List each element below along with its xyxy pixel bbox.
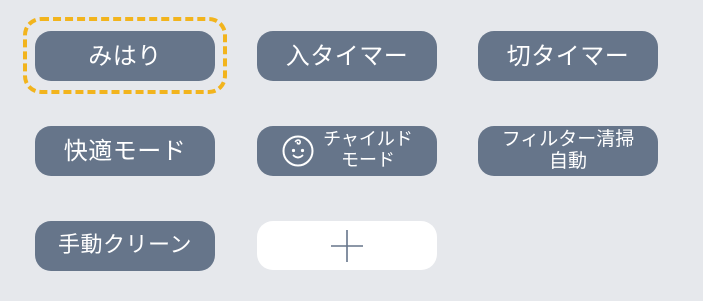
filter-clean-auto-label: フィルター清掃 自動 (501, 128, 635, 173)
off-timer-button[interactable]: 切タイマー (478, 31, 658, 81)
comfort-mode-button[interactable]: 快適モード (35, 126, 215, 176)
child-mode-label-line1: チャイルド (323, 129, 413, 151)
comfort-mode-label: 快適モード (63, 137, 187, 165)
mihari-button[interactable]: みはり (35, 31, 215, 81)
mihari-label: みはり (88, 42, 162, 70)
off-timer-label: 切タイマー (506, 42, 630, 70)
filter-clean-auto-button[interactable]: フィルター清掃 自動 (478, 126, 658, 176)
child-mode-label-line2: モード (340, 150, 395, 171)
filter-clean-label-line2: 自動 (548, 150, 587, 172)
manual-clean-button[interactable]: 手動クリーン (35, 221, 215, 271)
baby-face-icon (282, 135, 314, 167)
add-button[interactable] (257, 221, 437, 270)
filter-clean-label-line1: フィルター清掃 (501, 128, 635, 151)
manual-clean-label: 手動クリーン (58, 233, 192, 258)
on-timer-label: 入タイマー (285, 42, 409, 70)
on-timer-button[interactable]: 入タイマー (257, 31, 437, 81)
plus-icon (331, 229, 363, 262)
child-mode-content: チャイルド モード (281, 130, 413, 171)
child-mode-button[interactable]: チャイルド モード (257, 126, 437, 176)
child-mode-label: チャイルド モード (323, 130, 413, 171)
